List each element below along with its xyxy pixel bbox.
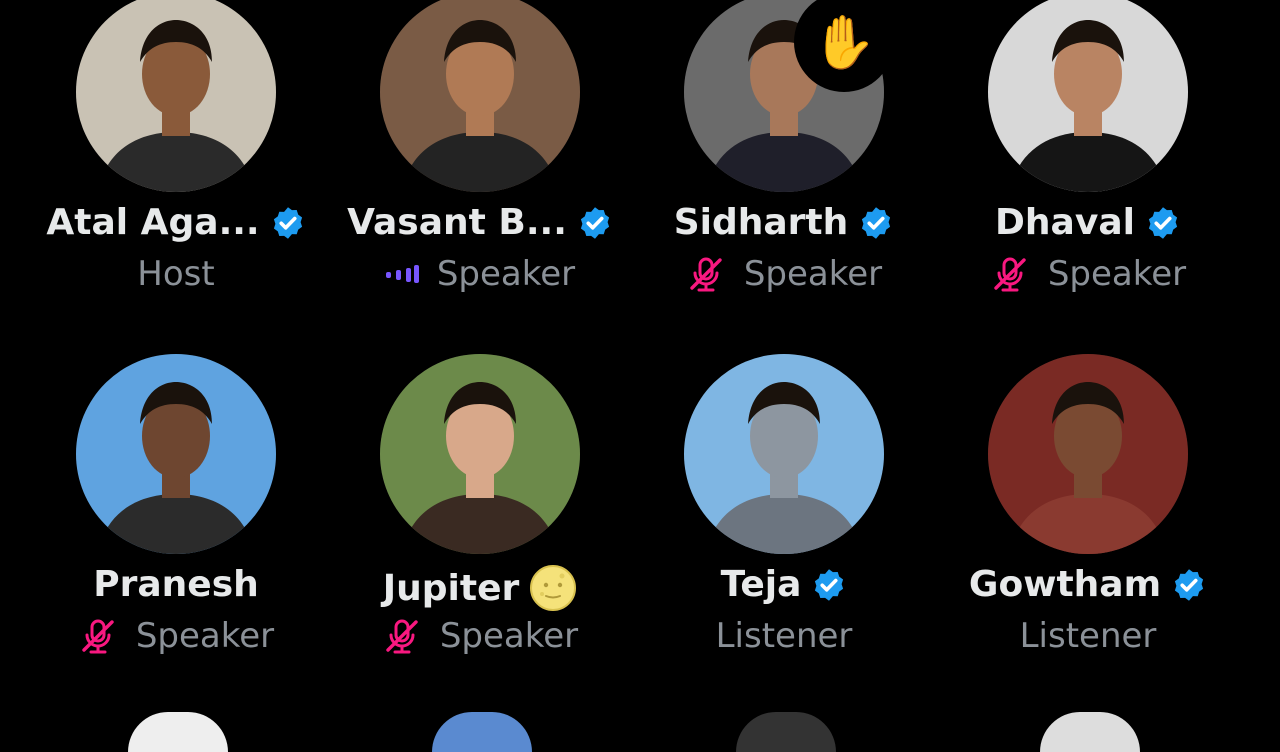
participant-name: Jupiter [382, 567, 520, 609]
participant-role: Listener [1019, 616, 1157, 656]
participant-card[interactable]: Jupiter Speaker [328, 354, 632, 694]
verified-badge-icon [1171, 567, 1207, 603]
avatar[interactable] [76, 354, 276, 554]
verified-badge-icon [577, 205, 613, 241]
verified-badge-icon [811, 567, 847, 603]
participant-role: Host [137, 254, 215, 294]
participant-role: Speaker [1047, 254, 1187, 294]
moon-face-emoji-icon [529, 564, 577, 612]
verified-badge-icon [270, 205, 306, 241]
speaking-indicator-icon [385, 263, 419, 285]
verified-badge-icon [858, 205, 894, 241]
participant-card[interactable]: Pranesh Speaker [24, 354, 328, 694]
participant-name: Teja [720, 564, 802, 605]
mic-muted-icon [990, 254, 1030, 294]
verified-badge-icon [1145, 205, 1181, 241]
participant-name: Atal Aga... [46, 202, 260, 243]
participants-grid: Atal Aga... Host Vasant B... Speaker Sidhart… [0, 0, 1280, 720]
participant-role: Listener [715, 616, 853, 656]
participant-name: Gowtham [968, 564, 1162, 605]
avatar[interactable] [988, 354, 1188, 554]
participant-role: Speaker [439, 616, 579, 656]
participant-role: Speaker [436, 254, 576, 294]
participant-role: Speaker [743, 254, 883, 294]
mic-muted-icon [686, 254, 726, 294]
participant-card[interactable]: Sidharth Speaker ✋ [632, 0, 936, 332]
avatar[interactable] [380, 0, 580, 192]
mic-muted-icon [382, 616, 422, 656]
avatar[interactable] [380, 354, 580, 554]
participant-name: Dhaval [995, 202, 1135, 243]
participant-card[interactable]: Atal Aga... Host [24, 0, 328, 332]
participant-card[interactable]: Gowtham Listener [936, 354, 1240, 694]
avatar[interactable] [988, 0, 1188, 192]
mic-muted-icon [78, 616, 118, 656]
participant-name: Vasant B... [347, 202, 567, 243]
avatar[interactable] [76, 0, 276, 192]
participant-card[interactable]: Vasant B... Speaker [328, 0, 632, 332]
participant-name: Sidharth [673, 202, 849, 243]
participant-role: Speaker [135, 616, 275, 656]
participant-card[interactable]: Teja Listener [632, 354, 936, 694]
participant-card[interactable]: Dhaval Speaker [936, 0, 1240, 332]
avatar[interactable] [684, 354, 884, 554]
participant-name: Pranesh [93, 564, 259, 605]
